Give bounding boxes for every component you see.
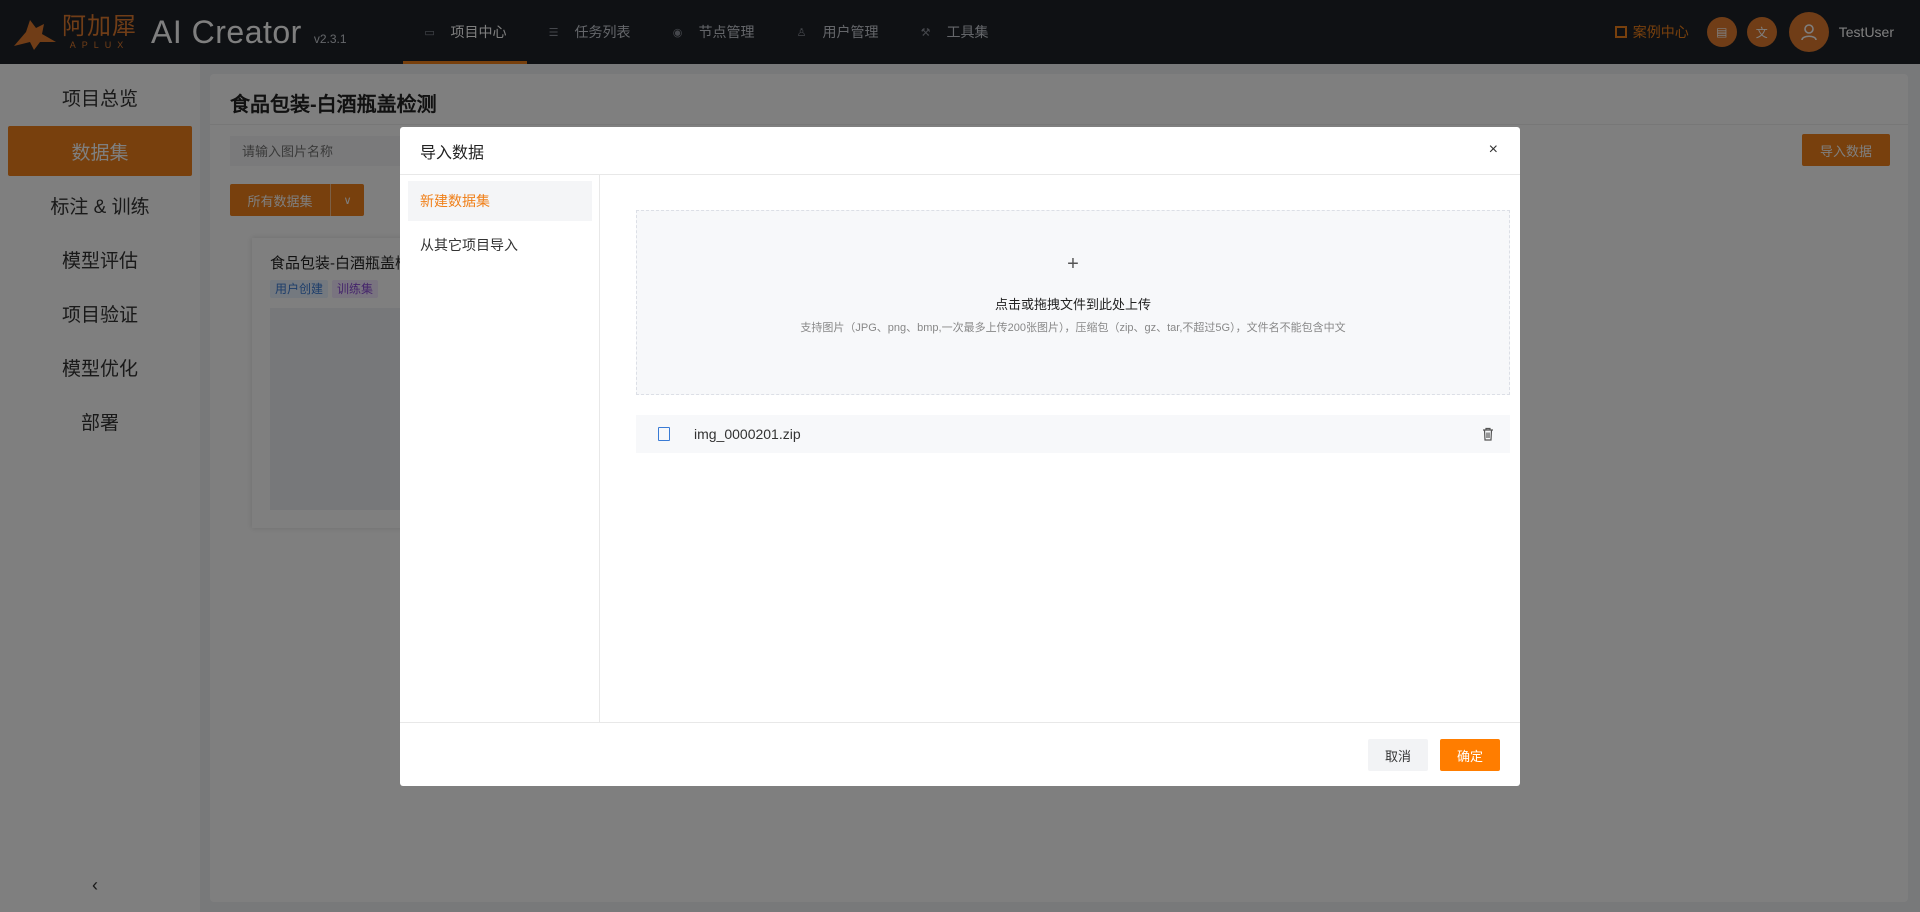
dialog-title: 导入数据 <box>420 144 485 162</box>
file-icon <box>658 427 670 441</box>
plus-icon: + <box>1067 253 1079 275</box>
import-data-dialog: 导入数据 × 新建数据集 从其它项目导入 + 点击或拖拽文件到此处上传 支持图片… <box>400 127 1520 786</box>
upload-hint: 点击或拖拽文件到此处上传 <box>994 297 1151 312</box>
upload-requirements: 支持图片（JPG、png、bmp,一次最多上传200张图片），压缩包（zip、g… <box>800 322 1346 334</box>
close-icon[interactable]: × <box>1489 141 1498 159</box>
file-name: img_0000201.zip <box>694 426 801 442</box>
trash-icon[interactable] <box>1482 427 1494 441</box>
uploaded-file-row: img_0000201.zip <box>636 415 1510 453</box>
dialog-tab-list: 新建数据集 从其它项目导入 <box>400 175 600 723</box>
upload-dropzone[interactable]: + 点击或拖拽文件到此处上传 支持图片（JPG、png、bmp,一次最多上传20… <box>636 210 1510 395</box>
confirm-button[interactable]: 确定 <box>1440 739 1500 771</box>
tab-new-dataset[interactable]: 新建数据集 <box>408 181 592 221</box>
cancel-button[interactable]: 取消 <box>1368 739 1428 771</box>
tab-import-from-project[interactable]: 从其它项目导入 <box>408 225 592 265</box>
dialog-footer: 取消 确定 <box>400 722 1520 786</box>
